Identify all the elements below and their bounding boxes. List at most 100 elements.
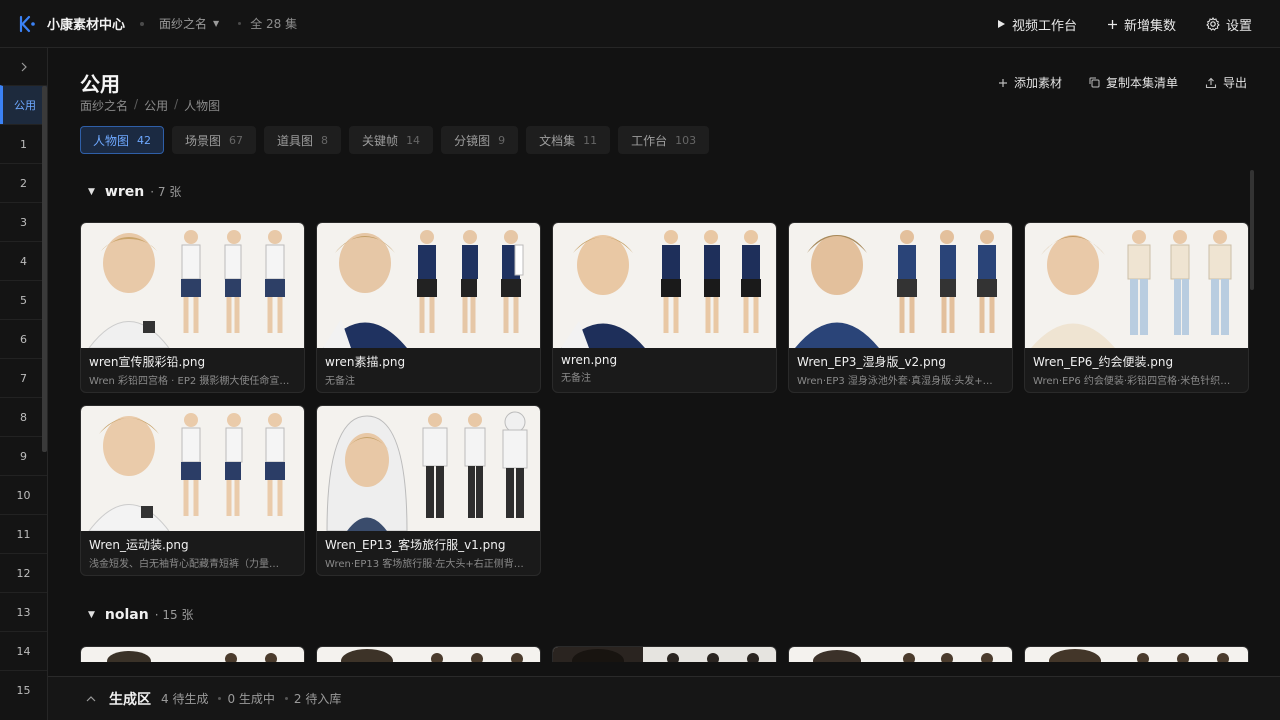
tab-label: 场景图 [185,133,222,148]
file-name: wren素描.png [325,355,406,369]
play-icon [996,19,1006,29]
plus-icon [998,78,1008,88]
sidebar-item-episode[interactable]: 2 [0,163,47,202]
file-note: Wren 彩铅四宫格 · EP2 摄影棚大使任命宣… [89,376,290,387]
sidebar-scrollbar[interactable] [42,86,47,452]
asset-card[interactable] [552,646,777,662]
video-workbench-button[interactable]: 视频工作台 [996,15,1077,34]
add-episode-label: 新增集数 [1123,18,1176,34]
sidebar-item-episode[interactable]: 3 [0,202,47,241]
sidebar-item-episode[interactable]: 15 [0,670,47,709]
sidebar-item-episode[interactable]: 9 [0,436,47,475]
tab-label: 分镜图 [454,133,491,148]
caret-down-icon: ▼ [88,609,95,620]
copy-list-button[interactable]: 复制本集清单 [1089,74,1178,91]
tab-workbench[interactable]: 工作台 103 [618,126,710,154]
separator-dot [238,22,242,25]
asset-card[interactable] [788,646,1013,662]
character-sheet-image [317,406,540,531]
sidebar-item-episode[interactable]: 4 [0,241,47,280]
main-content: 公用 面纱之名 / 公用 / 人物图 添加素材 复制本集清单 导出 人物图 42 [48,48,1280,676]
asset-card[interactable]: wren素描.png 无备注 [316,222,541,393]
tab-count: 14 [406,133,421,147]
sidebar-item-episode[interactable]: 14 [0,631,47,670]
content-scrollbar[interactable] [1250,170,1254,290]
breadcrumb-item[interactable]: 面纱之名 [80,97,128,114]
tab-characters[interactable]: 人物图 42 [80,126,165,154]
character-sheet-image [81,647,304,662]
character-sheet-image [789,223,1012,348]
breadcrumb-separator: / [134,97,139,111]
breadcrumb: 面纱之名 / 公用 / 人物图 [80,97,220,114]
tab-documents[interactable]: 文档集 11 [526,126,611,154]
tab-scenes[interactable]: 场景图 67 [172,126,257,154]
group-header-nolan[interactable]: ▼ nolan · 15 张 [88,606,193,623]
group-header-wren[interactable]: ▼ wren · 7 张 [88,183,181,200]
add-asset-button[interactable]: 添加素材 [998,74,1062,91]
sidebar-item-episode[interactable]: 7 [0,358,47,397]
settings-label: 设置 [1225,18,1252,34]
copy-icon [1089,77,1100,88]
file-name: Wren_EP3_湿身版_v2.png [797,355,946,369]
tab-label: 文档集 [539,133,576,148]
plus-icon [1107,19,1118,30]
export-button[interactable]: 导出 [1205,74,1247,91]
generation-panel-title: 生成区 [109,691,151,708]
sidebar-item-common[interactable]: 公用 [0,85,47,124]
expand-sidebar-button[interactable] [0,48,47,85]
tab-count: 11 [583,133,598,147]
caret-down-icon: ▼ [88,186,95,197]
asset-card[interactable]: Wren_EP13_客场旅行服_v1.png Wren·EP13 客场旅行服·左大… [316,405,541,576]
sidebar-item-episode[interactable]: 10 [0,475,47,514]
tab-count: 9 [498,133,506,147]
tab-label: 关键帧 [362,133,399,148]
file-name: wren.png [561,353,618,367]
sidebar-item-episode[interactable]: 1 [0,124,47,163]
stat-text: 2 待入库 [293,692,342,706]
character-sheet-image [553,647,776,662]
chevron-up-icon[interactable] [86,695,96,702]
character-sheet-image [789,647,1012,662]
asset-card[interactable] [316,646,541,662]
tab-count: 103 [675,133,697,147]
app-title: 小康素材中心 [47,18,126,33]
gear-icon [1206,17,1220,31]
sidebar-item-episode[interactable]: 11 [0,514,47,553]
add-asset-label: 添加素材 [1013,76,1062,90]
settings-button[interactable]: 设置 [1206,15,1252,34]
add-episode-button[interactable]: 新增集数 [1107,15,1176,34]
sidebar-item-episode[interactable]: 13 [0,592,47,631]
asset-card[interactable]: wren.png 无备注 [552,222,777,393]
asset-card[interactable]: wren宣传服彩铅.png Wren 彩铅四宫格 · EP2 摄影棚大使任命宣… [80,222,305,393]
group-name: nolan [104,606,149,623]
tab-keyframes[interactable]: 关键帧 14 [349,126,434,154]
sidebar-item-episode[interactable]: 8 [0,397,47,436]
project-name: 面纱之名 [159,17,208,31]
sidebar-item-episode[interactable]: 12 [0,553,47,592]
breadcrumb-item[interactable]: 公用 [144,97,168,114]
tab-props[interactable]: 道具图 8 [264,126,342,154]
file-note: 无备注 [325,376,355,387]
file-note: Wren·EP3 湿身泳池外套·真湿身版·头发+… [797,376,993,387]
asset-card[interactable]: Wren_运动装.png 浅金短发、白无袖背心配藏青短裤（力量… [80,405,305,576]
pending-generation-count: 4 待生成 [161,690,208,707]
tab-count: 42 [137,133,152,147]
sidebar-item-episode[interactable]: 5 [0,280,47,319]
copy-list-label: 复制本集清单 [1105,76,1178,90]
asset-card[interactable] [1024,646,1249,662]
app-logo-icon [18,15,36,33]
generation-panel-bar[interactable]: 生成区 4 待生成 0 生成中 2 待入库 [48,676,1280,720]
asset-card[interactable]: Wren_EP3_湿身版_v2.png Wren·EP3 湿身泳池外套·真湿身版·… [788,222,1013,393]
separator-dot [140,21,145,26]
character-sheet-image [553,223,776,348]
asset-card[interactable] [80,646,305,662]
category-tabs: 人物图 42 场景图 67 道具图 8 关键帧 14 分镜图 9 文档集 11 工作台 103 [80,126,717,154]
tab-label: 人物图 [93,133,130,148]
sidebar-item-episode[interactable]: 6 [0,319,47,358]
tab-storyboards[interactable]: 分镜图 9 [441,126,519,154]
episode-count: 全 28 集 [250,17,298,31]
file-note: Wren·EP13 客场旅行服·左大头+右正侧背… [325,559,524,570]
project-selector[interactable]: 面纱之名 ▼ [159,15,219,32]
generating-count: 0 生成中 [218,690,275,707]
asset-card[interactable]: Wren_EP6_约会便装.png Wren·EP6 约会便装·彩铅四宫格·米色针… [1024,222,1249,393]
